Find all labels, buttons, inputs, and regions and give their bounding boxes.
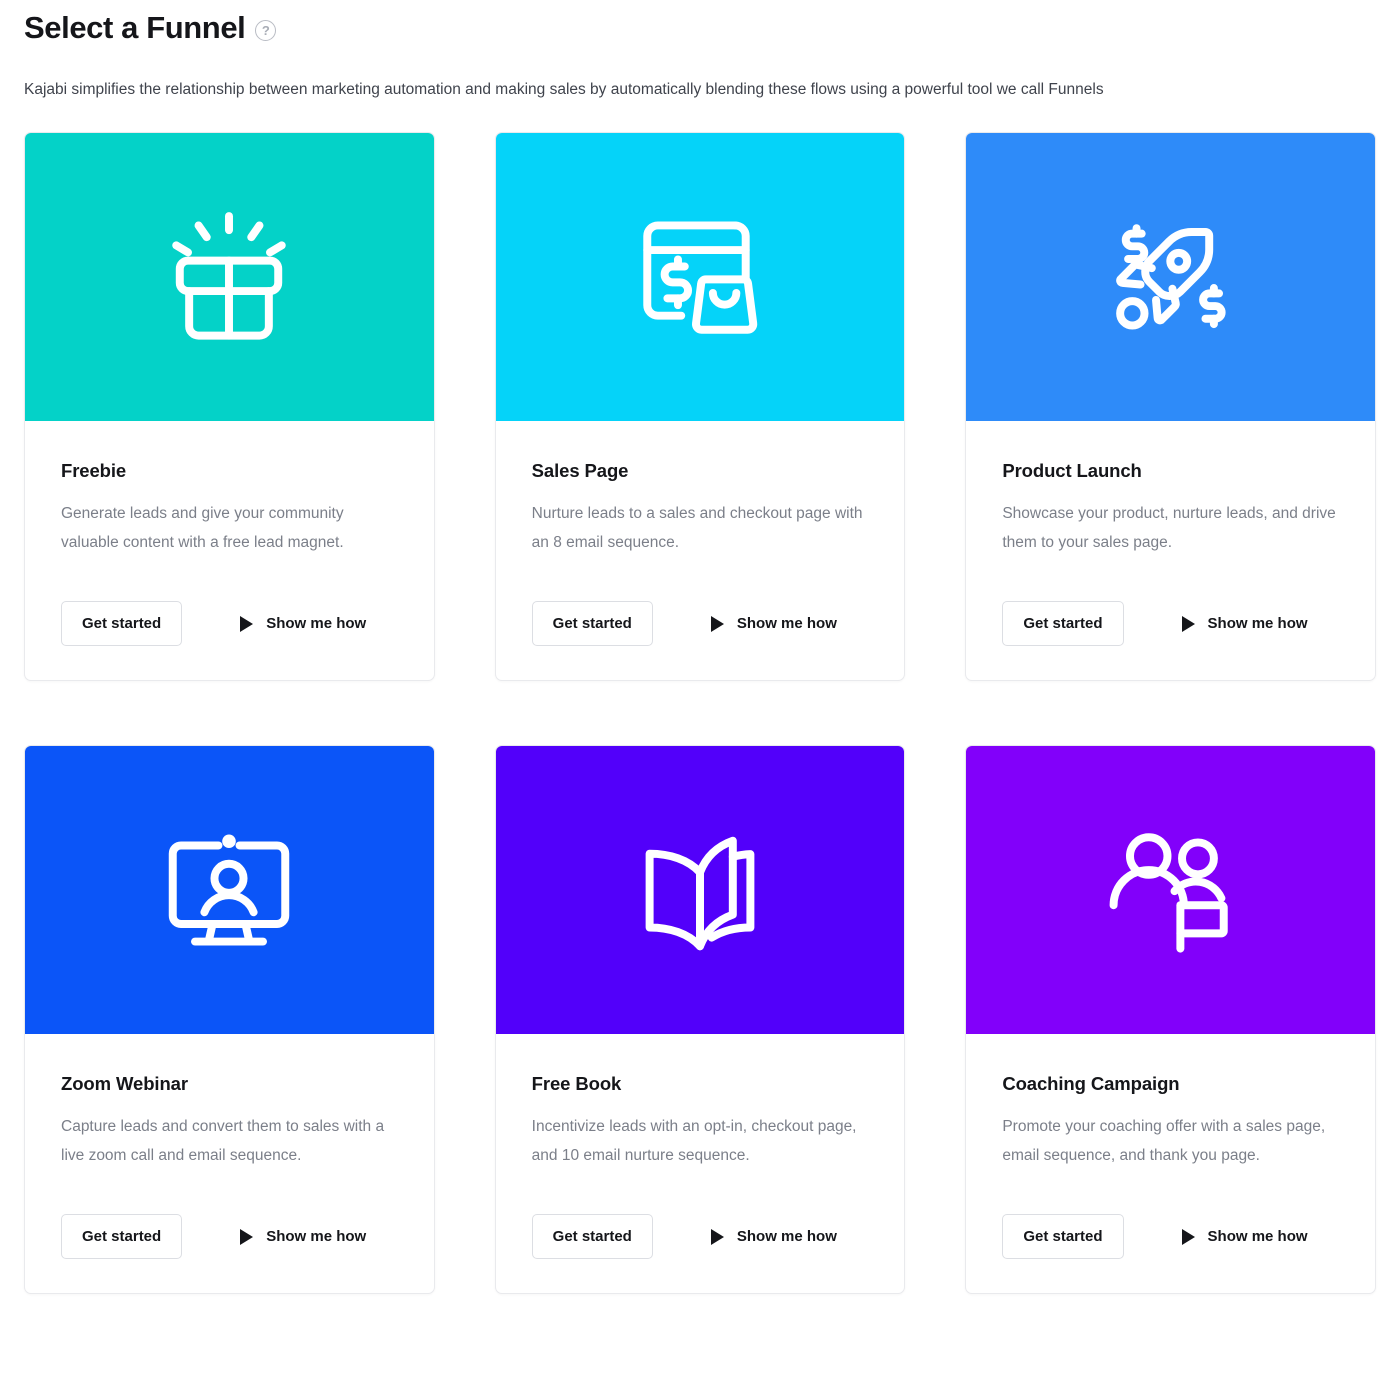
get-started-button[interactable]: Get started (1002, 601, 1124, 646)
get-started-button[interactable]: Get started (61, 1214, 183, 1259)
open-book-icon (625, 815, 775, 965)
card-body: Product Launch Showcase your product, nu… (966, 421, 1375, 680)
show-me-how-button[interactable]: Show me how (710, 615, 837, 632)
show-me-how-button[interactable]: Show me how (240, 1228, 366, 1245)
title-row: Select a Funnel ? (24, 8, 1376, 48)
card-banner (966, 133, 1375, 421)
show-me-how-label: Show me how (736, 1228, 837, 1245)
card-banner (495, 133, 905, 421)
show-me-how-button[interactable]: Show me how (1181, 615, 1308, 632)
card-title: Zoom Webinar (61, 1073, 188, 1094)
show-me-how-button[interactable]: Show me how (1181, 1228, 1308, 1245)
card-description: Generate leads and give your community v… (61, 505, 344, 551)
play-triangle-icon (240, 615, 254, 632)
funnel-card-sales-page[interactable]: Sales Page Nurture leads to a sales and … (494, 132, 906, 681)
page-subtitle: Kajabi simplifies the relationship betwe… (24, 81, 1104, 98)
card-body: Free Book Incentivize leads with an opt-… (496, 1034, 905, 1293)
page-title: Select a Funnel (24, 10, 246, 45)
card-actions: Get started Show me how (61, 1170, 398, 1259)
funnel-card-zoom-webinar[interactable]: Zoom Webinar Capture leads and convert t… (24, 745, 435, 1294)
card-title: Free Book (531, 1073, 622, 1094)
card-description: Incentivize leads with an opt-in, checko… (531, 1118, 857, 1164)
show-me-how-label: Show me how (266, 1228, 367, 1245)
card-body: Freebie Generate leads and give your com… (25, 421, 434, 680)
show-me-how-label: Show me how (1207, 1228, 1308, 1245)
card-actions: Get started Show me how (61, 557, 398, 646)
show-me-how-button[interactable]: Show me how (240, 615, 366, 632)
funnel-card-freebie[interactable]: Freebie Generate leads and give your com… (24, 132, 435, 681)
get-started-button[interactable]: Get started (531, 601, 653, 646)
card-banner (25, 133, 434, 421)
page-header: Select a Funnel ? Kajabi simplifies the … (24, 0, 1376, 101)
get-started-button[interactable]: Get started (531, 1214, 653, 1259)
card-description: Capture leads and convert them to sales … (61, 1118, 385, 1164)
play-triangle-icon (1181, 1228, 1195, 1245)
card-actions: Get started Show me how (1002, 557, 1339, 646)
play-triangle-icon (1181, 615, 1195, 632)
card-title: Sales Page (531, 460, 629, 481)
card-title: Freebie (61, 460, 127, 481)
card-body: Sales Page Nurture leads to a sales and … (496, 421, 905, 680)
funnel-card-coaching-campaign[interactable]: Coaching Campaign Promote your coaching … (965, 745, 1376, 1294)
people-flag-icon (1096, 815, 1246, 965)
card-banner (966, 746, 1375, 1034)
question-mark-circle-icon[interactable]: ? (255, 19, 277, 41)
get-started-button[interactable]: Get started (61, 601, 183, 646)
funnel-card-grid: Freebie Generate leads and give your com… (24, 132, 1376, 1294)
card-description: Showcase your product, nurture leads, an… (1002, 505, 1336, 551)
gift-icon (154, 202, 304, 352)
card-actions: Get started Show me how (531, 1170, 869, 1259)
card-body: Coaching Campaign Promote your coaching … (966, 1034, 1375, 1293)
get-started-button[interactable]: Get started (1002, 1214, 1124, 1259)
funnel-card-free-book[interactable]: Free Book Incentivize leads with an opt-… (494, 745, 906, 1294)
monitor-person-icon (154, 815, 304, 965)
browser-checkout-icon (625, 202, 775, 352)
card-title: Product Launch (1002, 460, 1142, 481)
card-banner (25, 746, 434, 1034)
card-banner (495, 746, 905, 1034)
play-triangle-icon (240, 1228, 254, 1245)
card-actions: Get started Show me how (531, 557, 869, 646)
card-actions: Get started Show me how (1002, 1170, 1339, 1259)
play-triangle-icon (710, 1228, 724, 1245)
select-funnel-page: Select a Funnel ? Kajabi simplifies the … (0, 0, 1400, 1383)
card-title: Coaching Campaign (1002, 1073, 1180, 1094)
card-description: Promote your coaching offer with a sales… (1002, 1118, 1326, 1164)
card-body: Zoom Webinar Capture leads and convert t… (25, 1034, 434, 1293)
show-me-how-button[interactable]: Show me how (710, 1228, 837, 1245)
play-triangle-icon (710, 615, 724, 632)
show-me-how-label: Show me how (1207, 615, 1308, 632)
show-me-how-label: Show me how (266, 615, 367, 632)
card-description: Nurture leads to a sales and checkout pa… (531, 505, 863, 551)
rocket-dollar-icon (1096, 202, 1246, 352)
funnel-card-product-launch[interactable]: Product Launch Showcase your product, nu… (965, 132, 1376, 681)
show-me-how-label: Show me how (736, 615, 837, 632)
